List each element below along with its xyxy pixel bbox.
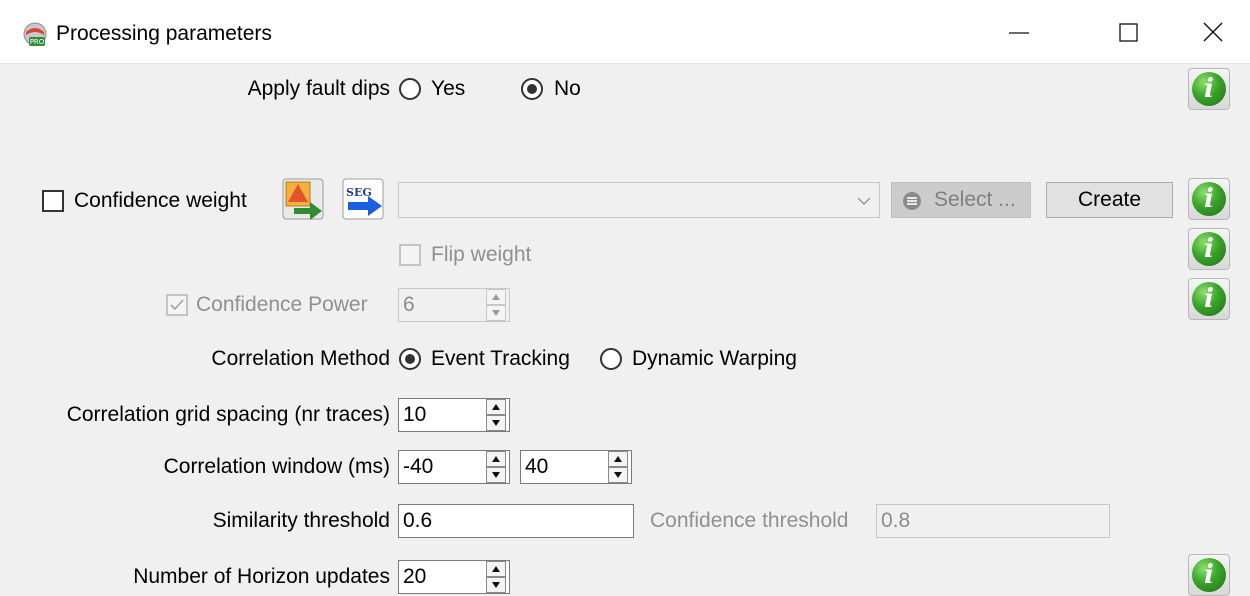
maximize-button[interactable] xyxy=(1094,0,1164,64)
grid-spacing-stepper[interactable] xyxy=(486,398,506,432)
dialog-body: Apply fault dips Yes No i Confidence wei… xyxy=(0,64,1250,596)
fault-dips-yes-radio[interactable] xyxy=(399,78,421,100)
grid-spacing-label: Correlation grid spacing (nr traces) xyxy=(66,403,390,426)
fault-dips-no-radio[interactable] xyxy=(521,78,543,100)
dynamic-warping-label[interactable]: Dynamic Warping xyxy=(632,344,797,374)
dynamic-warping-radio[interactable] xyxy=(600,348,622,370)
confidence-power-info-button[interactable]: i xyxy=(1188,278,1230,320)
seg-import-icon[interactable]: SEG xyxy=(340,176,386,222)
pro-app-icon: PRO xyxy=(23,22,47,46)
minimize-button[interactable] xyxy=(984,0,1054,64)
check-icon xyxy=(170,299,184,311)
confidence-power-stepper[interactable] xyxy=(486,288,506,322)
similarity-threshold-label: Similarity threshold xyxy=(212,509,390,532)
confidence-power-label[interactable]: Confidence Power xyxy=(196,290,368,320)
title-bar: PRO Processing parameters xyxy=(0,0,1250,64)
weight-volume-combo[interactable] xyxy=(398,182,880,218)
confidence-threshold-label: Confidence threshold xyxy=(650,509,849,532)
info-icon: i xyxy=(1192,72,1226,106)
confidence-threshold-input[interactable]: 0.8 xyxy=(876,504,1110,538)
select-weight-button[interactable]: Select ... xyxy=(891,182,1031,218)
list-icon xyxy=(903,192,921,210)
svg-text:SEG: SEG xyxy=(346,186,372,199)
spin-up-icon[interactable] xyxy=(486,399,506,415)
maximize-icon xyxy=(1119,23,1138,42)
window-start-stepper[interactable] xyxy=(486,450,506,484)
close-icon xyxy=(1203,22,1223,42)
spin-up-icon[interactable] xyxy=(608,451,628,467)
info-icon: i xyxy=(1192,282,1226,316)
flip-weight-info-button[interactable]: i xyxy=(1188,228,1230,270)
correlation-window-label: Correlation window (ms) xyxy=(163,455,390,478)
confidence-power-checkbox[interactable] xyxy=(166,294,188,316)
select-weight-label: Select ... xyxy=(934,188,1016,211)
horizon-updates-label: Number of Horizon updates xyxy=(133,565,390,588)
confidence-weight-label[interactable]: Confidence weight xyxy=(74,186,247,216)
window-end-stepper[interactable] xyxy=(608,450,628,484)
spin-down-icon[interactable] xyxy=(608,467,628,483)
spin-up-icon[interactable] xyxy=(486,451,506,467)
spin-down-icon[interactable] xyxy=(486,577,506,593)
flip-weight-label[interactable]: Flip weight xyxy=(431,240,531,270)
close-button[interactable] xyxy=(1178,0,1248,64)
spin-up-icon[interactable] xyxy=(486,561,506,577)
import-weight-icon[interactable] xyxy=(280,176,326,222)
spin-down-icon[interactable] xyxy=(486,415,506,431)
fault-dips-label: Apply fault dips xyxy=(247,77,390,100)
fault-dips-no-label[interactable]: No xyxy=(554,74,581,104)
window-title: Processing parameters xyxy=(56,22,272,45)
similarity-threshold-input[interactable]: 0.6 xyxy=(398,504,634,538)
fault-dips-yes-label[interactable]: Yes xyxy=(431,74,465,104)
confidence-weight-info-button[interactable]: i xyxy=(1188,178,1230,220)
fault-dips-info-button[interactable]: i xyxy=(1188,68,1230,110)
minimize-icon xyxy=(1009,32,1029,34)
confidence-weight-checkbox[interactable] xyxy=(42,190,64,212)
info-icon: i xyxy=(1192,232,1226,266)
correlation-method-label: Correlation Method xyxy=(211,347,390,370)
chevron-down-icon xyxy=(857,197,871,206)
flip-weight-checkbox[interactable] xyxy=(399,244,421,266)
info-icon: i xyxy=(1192,182,1226,216)
spin-down-icon[interactable] xyxy=(486,305,506,321)
horizon-updates-stepper[interactable] xyxy=(486,560,506,594)
spin-down-icon[interactable] xyxy=(486,467,506,483)
spin-up-icon[interactable] xyxy=(486,289,506,305)
svg-text:PRO: PRO xyxy=(30,38,45,46)
create-button[interactable]: Create xyxy=(1046,182,1173,218)
event-tracking-label[interactable]: Event Tracking xyxy=(431,344,570,374)
event-tracking-radio[interactable] xyxy=(399,348,421,370)
horizon-updates-info-button[interactable]: i xyxy=(1188,554,1230,596)
info-icon: i xyxy=(1192,558,1226,592)
